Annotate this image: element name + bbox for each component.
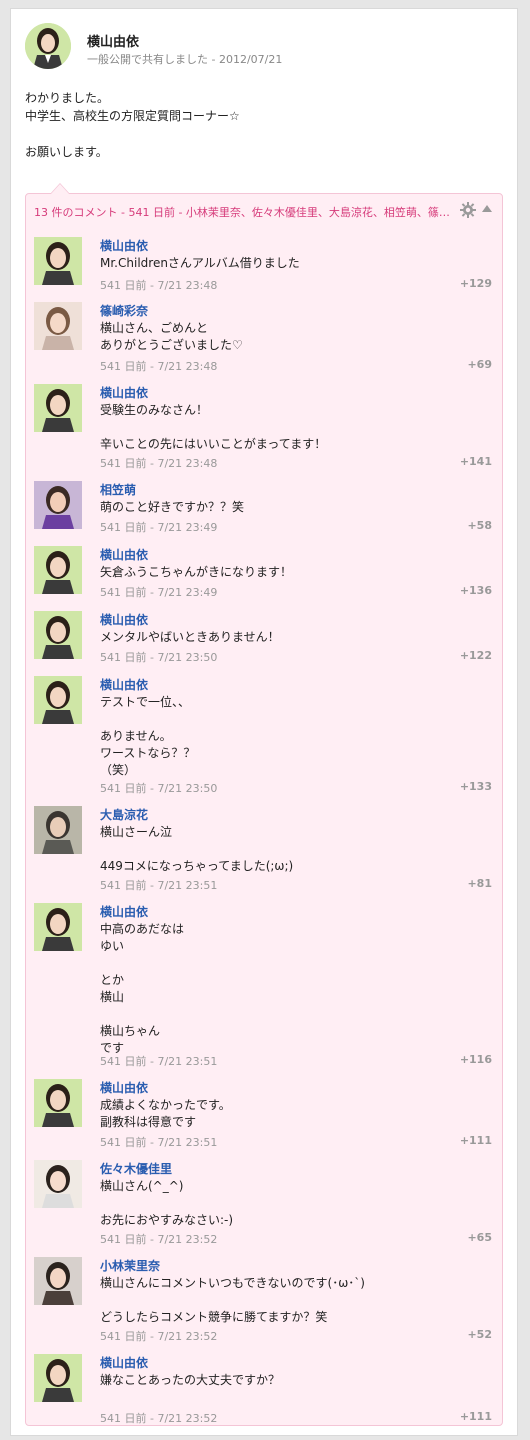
comment-timestamp[interactable]: 541 日前 - 7/21 23:51 [100, 1134, 217, 1150]
comment-text: 受験生のみなさん！ 辛いことの先にはいいことがまってます！ [100, 403, 327, 451]
comment-timestamp[interactable]: 541 日前 - 7/21 23:52 [100, 1328, 217, 1344]
plus-one-count[interactable]: +111 [460, 1134, 492, 1147]
comment-timestamp[interactable]: 541 日前 - 7/21 23:48 [100, 277, 217, 293]
plus-one-count[interactable]: +136 [460, 584, 492, 597]
comment-text: メンタルやばいときありません！ [100, 630, 280, 644]
comment-text: 矢倉ふうこちゃんがきになります！ [100, 565, 293, 579]
comment-text: 横山さーん泣 449コメになっちゃってました(;ω;) [100, 825, 294, 873]
plus-one-count[interactable]: +122 [460, 649, 492, 662]
gear-icon[interactable] [460, 202, 476, 218]
comment-text: 横山さんにコメントいつもできないのです(･ω･`) どうしたらコメント競争に勝て… [100, 1276, 365, 1324]
plus-one-count[interactable]: +141 [460, 455, 492, 468]
commenter-name[interactable]: 横山由依 [100, 384, 148, 401]
commenter-name[interactable]: 横山由依 [100, 1079, 148, 1096]
commenter-avatar[interactable] [34, 903, 82, 951]
comment-item: 横山由依 受験生のみなさん！ 辛いことの先にはいいことがまってます！ 541 日… [25, 384, 503, 471]
comment-timestamp[interactable]: 541 日前 - 7/21 23:51 [100, 877, 217, 893]
comment-item: 佐々木優佳里 横山さん(^_^) お先におやすみなさい:-) 541 日前 - … [25, 1160, 503, 1247]
comment-text: 萌のこと好きですか？？笑 [100, 500, 245, 514]
comment-timestamp[interactable]: 541 日前 - 7/21 23:52 [100, 1410, 217, 1426]
post-body: わかりました。 中学生、高校生の方限定質問コーナー☆ お願いします。 [25, 91, 240, 159]
commenter-avatar[interactable] [34, 384, 82, 432]
commenter-name[interactable]: 小林茉里奈 [100, 1257, 160, 1274]
comment-text: Mr.Childrenさんアルバム借りました [100, 256, 300, 270]
commenter-name[interactable]: 横山由依 [100, 903, 148, 920]
comment-timestamp[interactable]: 541 日前 - 7/21 23:49 [100, 519, 217, 535]
commenter-name[interactable]: 佐々木優佳里 [100, 1160, 172, 1177]
commenter-name[interactable]: 相笠萌 [100, 481, 136, 498]
comment-item: 横山由依 矢倉ふうこちゃんがきになります！ 541 日前 - 7/21 23:4… [25, 546, 503, 600]
author-avatar[interactable] [25, 23, 71, 69]
plus-one-count[interactable]: +69 [467, 358, 492, 371]
commenter-name[interactable]: 横山由依 [100, 611, 148, 628]
comment-item: 篠崎彩奈 横山さん、ごめんと ありがとうございました♡ 541 日前 - 7/2… [25, 302, 503, 374]
collapse-arrow-icon[interactable] [482, 205, 492, 212]
commenter-avatar[interactable] [34, 1160, 82, 1208]
commenter-name[interactable]: 横山由依 [100, 546, 148, 563]
plus-one-count[interactable]: +58 [467, 519, 492, 532]
comment-item: 横山由依 嫌なことあったの大丈夫ですか？ 541 日前 - 7/21 23:52… [25, 1354, 503, 1426]
comment-timestamp[interactable]: 541 日前 - 7/21 23:50 [100, 649, 217, 665]
comment-timestamp[interactable]: 541 日前 - 7/21 23:49 [100, 584, 217, 600]
commenter-avatar[interactable] [34, 806, 82, 854]
commenter-name[interactable]: 横山由依 [100, 237, 148, 254]
comment-timestamp[interactable]: 541 日前 - 7/21 23:48 [100, 455, 217, 471]
comment-item: 横山由依 成績よくなかったです。 副教科は得意です 541 日前 - 7/21 … [25, 1079, 503, 1150]
comment-item: 大島涼花 横山さーん泣 449コメになっちゃってました(;ω;) 541 日前 … [25, 806, 503, 893]
plus-one-count[interactable]: +116 [460, 1053, 492, 1066]
comment-item: 横山由依 Mr.Childrenさんアルバム借りました 541 日前 - 7/2… [25, 237, 503, 293]
comment-item: 横山由依 メンタルやばいときありません！ 541 日前 - 7/21 23:50… [25, 611, 503, 665]
comment-text: 横山さん(^_^) お先におやすみなさい:-) [100, 1179, 234, 1227]
comments-summary[interactable]: 13 件のコメント - 541 日前 - 小林茉里奈、佐々木優佳里、大島涼花、相… [34, 204, 454, 220]
comment-timestamp[interactable]: 541 日前 - 7/21 23:50 [100, 780, 217, 796]
plus-one-count[interactable]: +133 [460, 780, 492, 793]
comment-item: 相笠萌 萌のこと好きですか？？笑 541 日前 - 7/21 23:49 +58 [25, 481, 503, 535]
commenter-name[interactable]: 横山由依 [100, 676, 148, 693]
comment-timestamp[interactable]: 541 日前 - 7/21 23:51 [100, 1053, 217, 1069]
plus-one-count[interactable]: +65 [467, 1231, 492, 1244]
comment-text: 横山さん、ごめんと ありがとうございました♡ [100, 321, 243, 352]
comment-item: 小林茉里奈 横山さんにコメントいつもできないのです(･ω･`) どうしたらコメン… [25, 1257, 503, 1344]
comment-item: 横山由依 中高のあだなは ゆい とか 横山 横山ちゃん です 541 日前 - … [25, 903, 503, 1069]
post-author-name[interactable]: 横山由依 [87, 31, 139, 50]
commenter-avatar[interactable] [34, 611, 82, 659]
commenter-avatar[interactable] [34, 481, 82, 529]
commenter-avatar[interactable] [34, 1257, 82, 1305]
commenter-avatar[interactable] [34, 237, 82, 285]
comment-text: 成績よくなかったです。 副教科は得意です [100, 1098, 231, 1129]
commenter-avatar[interactable] [34, 302, 82, 350]
comment-text: 中高のあだなは ゆい とか 横山 横山ちゃん です [100, 922, 185, 1055]
comment-item: 横山由依 テストで一位、、 ありません。 ワーストなら？？ （笑） 541 日前… [25, 676, 503, 796]
comment-text: 嫌なことあったの大丈夫ですか？ [100, 1373, 281, 1387]
commenter-avatar[interactable] [34, 546, 82, 594]
plus-one-count[interactable]: +81 [467, 877, 492, 890]
comment-text: テストで一位、、 ありません。 ワーストなら？？ （笑） [100, 695, 196, 777]
plus-one-count[interactable]: +111 [460, 1410, 492, 1423]
plus-one-count[interactable]: +129 [460, 277, 492, 290]
comments-pointer [50, 183, 70, 194]
post-share-meta: 一般公開で共有しました - 2012/07/21 [87, 53, 283, 66]
commenter-name[interactable]: 篠崎彩奈 [100, 302, 148, 319]
commenter-avatar[interactable] [34, 676, 82, 724]
commenter-name[interactable]: 大島涼花 [100, 806, 148, 823]
commenter-avatar[interactable] [34, 1354, 82, 1402]
plus-one-count[interactable]: +52 [467, 1328, 492, 1341]
comment-timestamp[interactable]: 541 日前 - 7/21 23:48 [100, 358, 217, 374]
commenter-avatar[interactable] [34, 1079, 82, 1127]
commenter-name[interactable]: 横山由依 [100, 1354, 148, 1371]
comment-timestamp[interactable]: 541 日前 - 7/21 23:52 [100, 1231, 217, 1247]
